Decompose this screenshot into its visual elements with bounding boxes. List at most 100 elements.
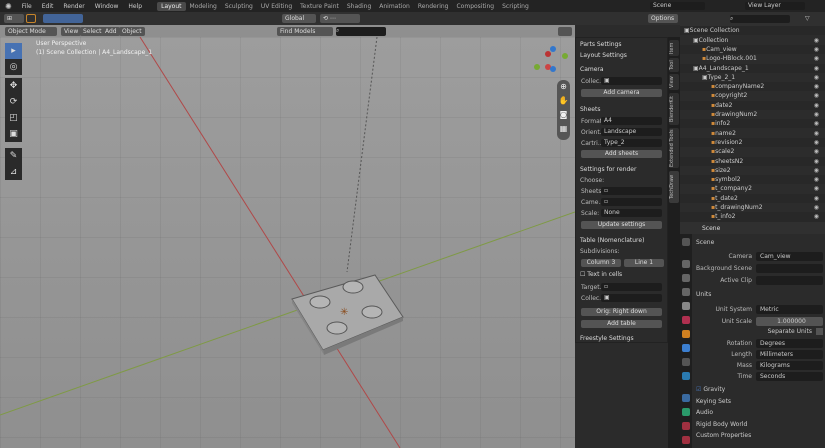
tab-uv-editing[interactable]: UV Editing: [257, 2, 296, 11]
visibility-eye-icon[interactable]: ◉: [814, 55, 819, 62]
material-tab-icon[interactable]: [682, 422, 690, 430]
mass-dropdown[interactable]: Kilograms: [756, 361, 823, 370]
visibility-eye-icon[interactable]: ◉: [814, 185, 819, 192]
3d-viewport[interactable]: ✳ User Perspective (1) Scene Collection …: [0, 37, 575, 448]
outliner-item[interactable]: ▪ t_drawingNum2 ◉: [680, 202, 825, 213]
sheets-picker[interactable]: ▫: [601, 187, 662, 195]
tab-item[interactable]: Item: [669, 40, 679, 56]
scene-panel-header[interactable]: Scene: [696, 239, 714, 246]
modifier-tab-icon[interactable]: [682, 344, 690, 352]
keying-sets-header[interactable]: Keying Sets: [696, 398, 731, 405]
tab-techdraw[interactable]: TechDraw: [669, 171, 679, 203]
cartridge-dropdown[interactable]: Type_2: [601, 139, 662, 147]
pivot-snap-icons[interactable]: ⟲ ⋯: [320, 14, 360, 23]
visibility-eye-icon[interactable]: ◉: [814, 195, 819, 202]
outliner-item[interactable]: ▪ Cam_view ◉: [680, 45, 825, 55]
visibility-eye-icon[interactable]: ◉: [814, 46, 819, 53]
data-tab-icon[interactable]: [682, 408, 690, 416]
background-scene-field[interactable]: [756, 264, 823, 273]
separate-units-checkbox[interactable]: [816, 328, 823, 335]
visibility-eye-icon[interactable]: ◉: [814, 167, 819, 174]
outliner-item[interactable]: ▣ Type_2_1 ◉: [680, 72, 825, 83]
menu-window[interactable]: Window: [90, 3, 124, 10]
outliner-item[interactable]: ▪ size2 ◉: [680, 165, 825, 176]
tab-modeling[interactable]: Modeling: [186, 2, 221, 11]
add-menu[interactable]: Add: [102, 27, 120, 36]
visibility-eye-icon[interactable]: ◉: [814, 204, 819, 211]
visibility-eye-icon[interactable]: ◉: [814, 74, 819, 81]
visibility-eye-icon[interactable]: ◉: [814, 176, 819, 183]
visibility-eye-icon[interactable]: ◉: [814, 83, 819, 90]
scale-tool-icon[interactable]: ◰: [5, 110, 22, 126]
freestyle-settings-header[interactable]: Freestyle Settings: [580, 335, 634, 342]
model-search-input[interactable]: ⌕: [336, 27, 386, 36]
unit-scale-field[interactable]: 1.000000: [756, 317, 823, 326]
camera-picker[interactable]: ▫: [601, 198, 662, 206]
outliner-item[interactable]: ▪ t_info2 ◉: [680, 212, 825, 222]
outliner-item[interactable]: ▪ date2 ◉: [680, 100, 825, 110]
outliner-item[interactable]: ▪ copyright2 ◉: [680, 91, 825, 101]
visibility-eye-icon[interactable]: ◉: [814, 158, 819, 165]
gravity-checkbox[interactable]: ☑: [696, 386, 701, 393]
text-in-cells-checkbox[interactable]: ☐ Text in cells: [580, 271, 622, 278]
column-field[interactable]: Column 3: [581, 259, 621, 267]
constraints-tab-icon[interactable]: [682, 394, 690, 402]
object-mode-dropdown[interactable]: Object Mode: [5, 27, 57, 36]
unit-system-dropdown[interactable]: Metric: [756, 305, 823, 314]
tab-tool[interactable]: Tool: [669, 58, 679, 72]
visibility-eye-icon[interactable]: ◉: [814, 120, 819, 127]
outliner-item[interactable]: ▪ Logo-HBlock.001 ◉: [680, 53, 825, 64]
update-settings-button[interactable]: Update settings: [581, 221, 662, 229]
tab-layout[interactable]: Layout: [157, 1, 186, 11]
outliner-item[interactable]: ▪ drawingNum2 ◉: [680, 109, 825, 120]
visibility-eye-icon[interactable]: ◉: [814, 92, 819, 99]
tab-animation[interactable]: Animation: [375, 2, 414, 11]
visibility-eye-icon[interactable]: ◉: [814, 65, 819, 72]
render-tab-icon[interactable]: [682, 260, 690, 268]
cursor-tool-icon[interactable]: ◎: [5, 59, 22, 75]
tab-blenderkit[interactable]: BlenderKit: [669, 93, 679, 125]
transform-orientation[interactable]: Global: [282, 14, 316, 23]
gizmo-toggle-icon[interactable]: [558, 27, 572, 36]
world-tab-icon[interactable]: [682, 316, 690, 324]
tab-sculpting[interactable]: Sculpting: [221, 2, 257, 11]
filter-icon[interactable]: ▽: [805, 15, 810, 22]
active-clip-field[interactable]: [756, 276, 823, 285]
visibility-eye-icon[interactable]: ◉: [814, 102, 819, 109]
view-nav-buttons[interactable]: ⊕ ✋ ◙ ▦: [557, 80, 570, 140]
tab-rendering[interactable]: Rendering: [414, 2, 453, 11]
outliner-item[interactable]: ▣ A4_Landscape_1 ◉: [680, 63, 825, 73]
visibility-eye-icon[interactable]: ◉: [814, 139, 819, 146]
outliner-item[interactable]: ▣ Scene Collection: [680, 26, 825, 36]
units-panel-header[interactable]: Units: [696, 291, 711, 298]
view-layer-selector[interactable]: View Layer: [745, 2, 805, 10]
custom-properties-header[interactable]: Custom Properties: [696, 432, 751, 439]
outliner-item[interactable]: ▪ sheetsN2 ◉: [680, 156, 825, 166]
outliner-item[interactable]: ▪ symbol2 ◉: [680, 175, 825, 185]
tab-compositing[interactable]: Compositing: [452, 2, 498, 11]
visibility-eye-icon[interactable]: ◉: [814, 213, 819, 220]
tab-scripting[interactable]: Scripting: [498, 2, 533, 11]
select-menu[interactable]: Select: [80, 27, 105, 36]
visibility-eye-icon[interactable]: ◉: [814, 148, 819, 155]
add-sheets-button[interactable]: Add sheets: [581, 150, 662, 158]
select-tool-icon[interactable]: [26, 14, 36, 23]
scene-camera-field[interactable]: Cam_view: [756, 252, 823, 261]
rigid-body-world-header[interactable]: Rigid Body World: [696, 421, 747, 428]
object-menu[interactable]: Object: [119, 27, 145, 36]
scale-dropdown[interactable]: None: [601, 209, 662, 217]
menu-help[interactable]: Help: [123, 3, 147, 10]
tab-shading[interactable]: Shading: [343, 2, 375, 11]
visibility-eye-icon[interactable]: ◉: [814, 111, 819, 118]
physics-tab-icon[interactable]: [682, 372, 690, 380]
blender-logo-icon[interactable]: ✺: [0, 2, 17, 11]
add-table-button[interactable]: Add table: [581, 320, 662, 328]
object-tab-icon[interactable]: [682, 330, 690, 338]
outliner-item[interactable]: ▪ companyName2 ◉: [680, 82, 825, 92]
measure-tool-icon[interactable]: ⊿: [5, 164, 22, 180]
outliner-item[interactable]: ▪ t_date2 ◉: [680, 193, 825, 203]
audio-header[interactable]: Audio: [696, 409, 713, 416]
visibility-eye-icon[interactable]: ◉: [814, 130, 819, 137]
length-dropdown[interactable]: Millimeters: [756, 350, 823, 359]
particles-tab-icon[interactable]: [682, 358, 690, 366]
